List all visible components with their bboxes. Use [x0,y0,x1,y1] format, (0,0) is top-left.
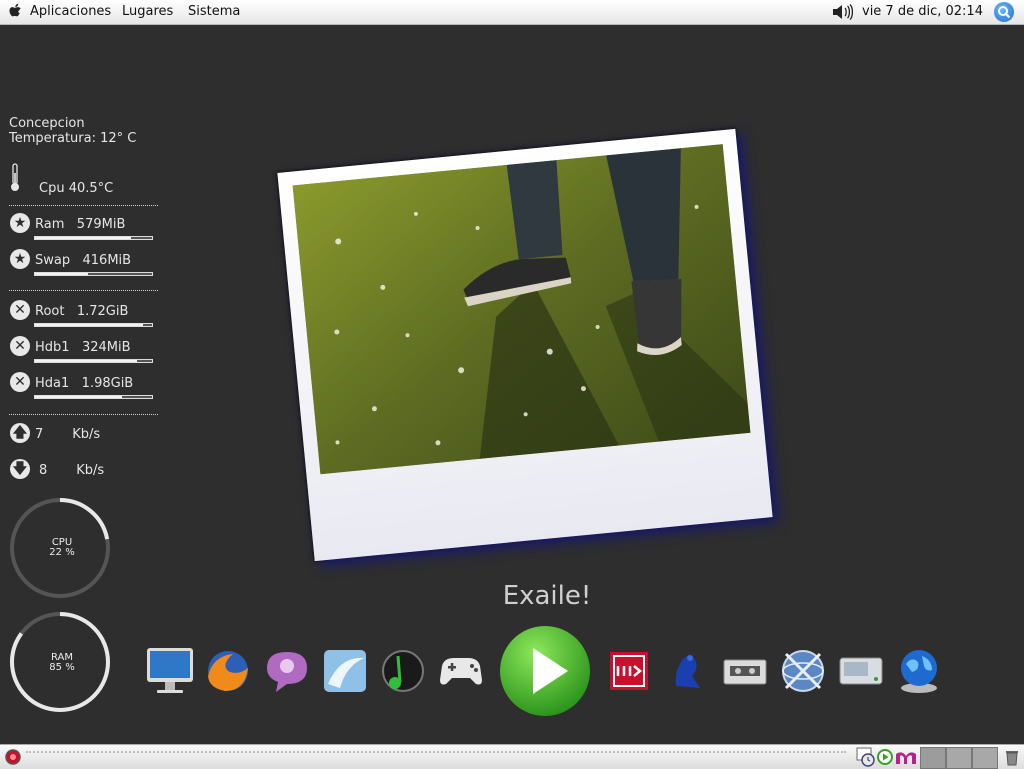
cpu-gauge-value: 22 % [49,547,75,558]
root-bar [34,323,153,327]
taskbar-area[interactable] [26,751,846,753]
app-title: Exaile! [502,581,592,611]
swap-label: Swap 416MiB [35,253,132,268]
album-photo [292,144,751,475]
search-button[interactable] [994,2,1014,22]
imac-icon[interactable] [145,646,195,696]
upload-arrow-icon: 🡅 [10,423,30,443]
bottom-panel [0,744,1024,769]
star-icon: ★ [10,213,30,233]
close-circle-icon: ✕ [10,300,30,320]
drive-icon[interactable] [836,646,886,696]
hda1-bar [34,395,153,399]
clock[interactable]: vie 7 de dic, 02:14 [862,4,983,19]
pidgin-icon[interactable] [262,646,312,696]
weather-temperature: Temperatura: 12° C [9,131,137,146]
gamepad-icon[interactable] [436,646,486,696]
hdb1-label: Hdb1 324MiB [35,340,131,355]
ram-value: 579MiB [76,217,126,232]
openoffice-icon[interactable] [320,646,370,696]
cpu-temp-label: Cpu 40.5°C [39,181,114,196]
hdb1-bar-fill [35,360,137,362]
firefox-icon[interactable] [203,646,253,696]
speaker-icon[interactable] [831,3,853,21]
close-circle-icon: ✕ [10,372,30,392]
download-speed: 8 Kb/s [39,463,105,478]
menu-sistema[interactable]: Sistema [188,4,240,19]
star-icon: ★ [10,249,30,269]
cassette-icon[interactable] [720,646,770,696]
hda1-label: Hda1 1.98GiB [35,376,134,391]
ram-gauge-value: 85 % [49,662,75,673]
divider [9,205,158,206]
hda1-bar-fill [35,396,122,398]
swap-value: 416MiB [82,253,132,268]
root-value: 1.72GiB [76,304,129,319]
weather-city: Concepcion [9,116,85,131]
menu-aplicaciones[interactable]: Aplicaciones [30,4,111,19]
swap-bar [34,272,153,276]
m-logo-icon[interactable] [894,748,918,766]
divider [9,290,158,291]
show-desktop-icon[interactable] [3,747,23,767]
ram-bar [34,236,153,240]
top-panel: Aplicaciones Lugares Sistema vie 7 de di… [0,0,1024,25]
hdb1-value: 324MiB [81,340,131,355]
divider [9,414,158,415]
mib-icon[interactable] [604,646,654,696]
workspace-1[interactable] [920,747,946,769]
close-circle-icon: ✕ [10,336,30,356]
apple-icon[interactable] [8,3,24,19]
network-globe-icon[interactable] [778,646,828,696]
cpu-temp-value: 40.5°C [68,181,114,196]
root-bar-fill [35,324,143,326]
globe-icon[interactable] [894,646,944,696]
music-player-icon[interactable] [378,646,428,696]
swap-bar-fill [35,273,88,275]
photo-frame [277,128,773,562]
ram-label: Ram 579MiB [35,217,126,232]
download-arrow-icon: 🡇 [10,459,30,479]
clock-applet-icon[interactable] [856,747,876,767]
ram-bar-fill [35,237,131,239]
root-label: Root 1.72GiB [35,304,129,319]
play-icon[interactable] [498,624,592,718]
play-small-icon[interactable] [877,749,893,765]
search-icon [998,6,1011,19]
menu-lugares[interactable]: Lugares [122,4,173,19]
trash-icon[interactable] [1004,748,1020,766]
hdb1-bar [34,359,153,363]
hda1-value: 1.98GiB [81,376,134,391]
workspace-2[interactable] [946,747,972,769]
workspace-3[interactable] [972,747,998,769]
upload-speed: 7 Kb/s [35,427,101,442]
thermometer-icon [11,163,19,191]
frog-icon[interactable] [662,646,712,696]
